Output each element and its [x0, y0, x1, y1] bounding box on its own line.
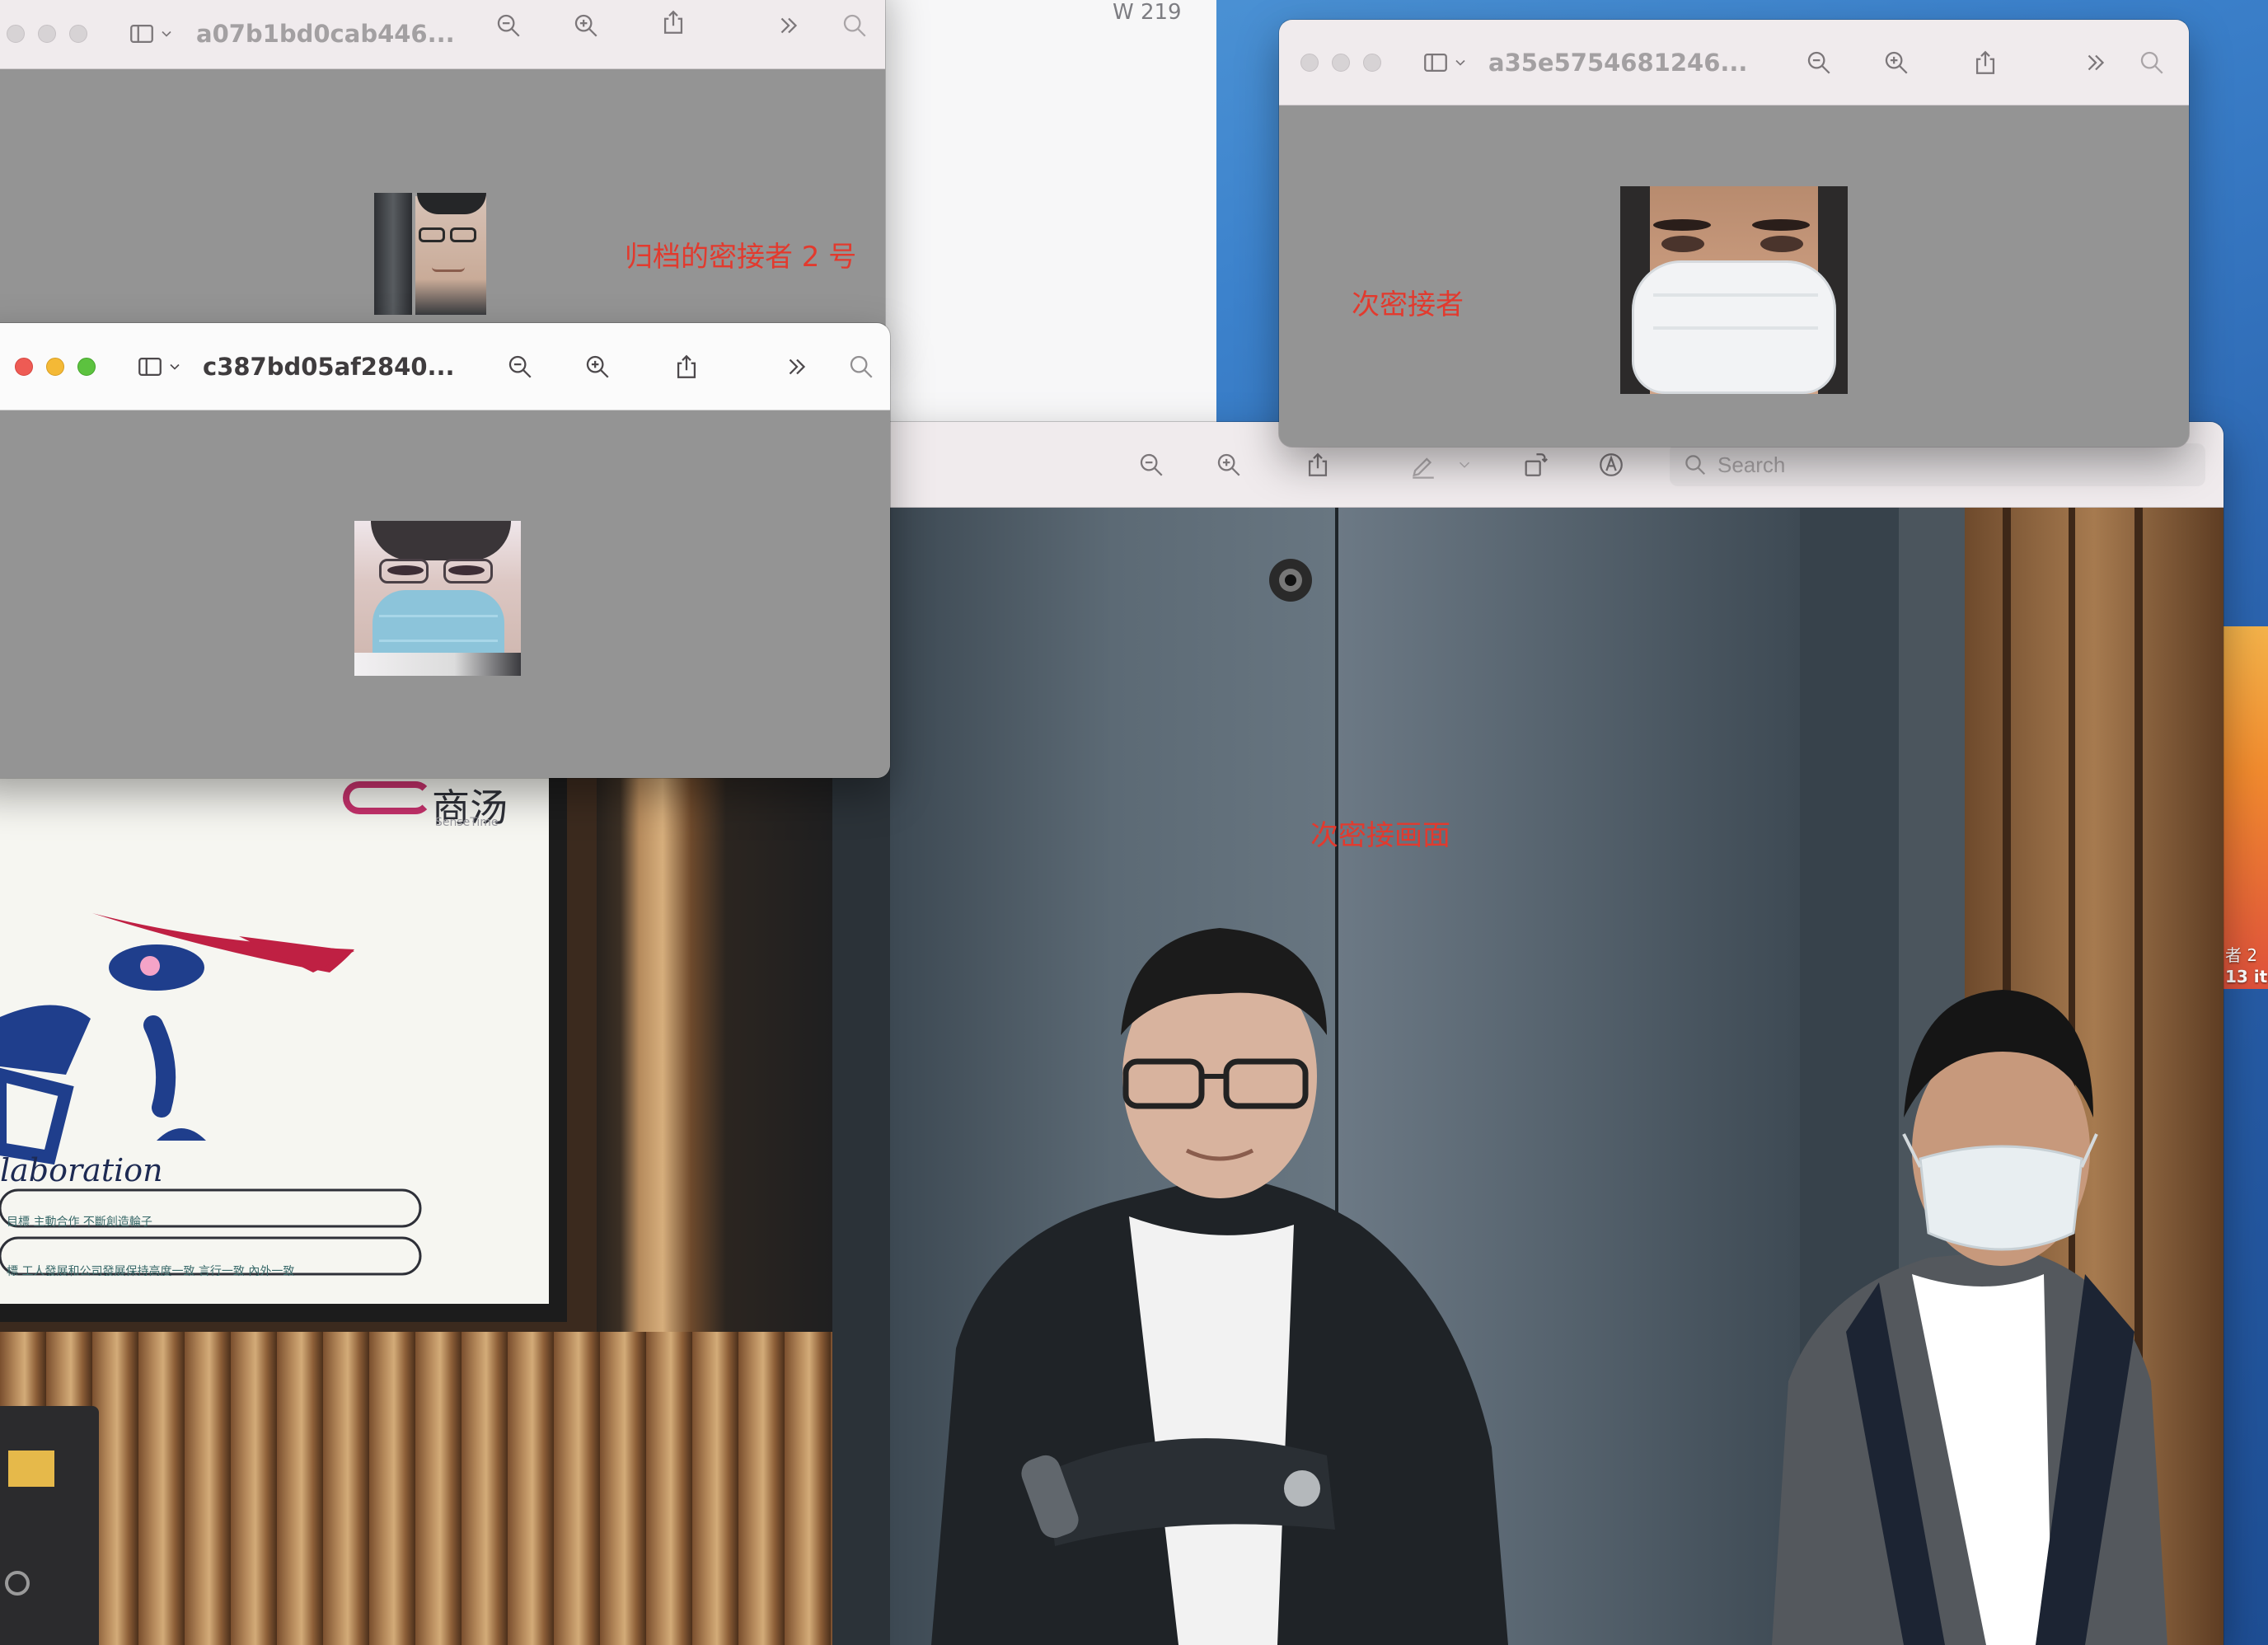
card-reader — [0, 1406, 99, 1645]
chevron-double-right-icon[interactable] — [783, 353, 811, 381]
zoom-in-icon[interactable] — [1215, 451, 1243, 479]
window-a07-toolbar: a07b1bd0cab446... — [0, 0, 885, 69]
zoom-in-icon[interactable] — [1882, 49, 1910, 77]
wood-wall — [0, 1332, 832, 1645]
chevron-down-icon[interactable] — [166, 359, 183, 375]
search-field[interactable] — [1670, 443, 2205, 486]
contact-face-image — [354, 521, 521, 676]
close-button[interactable] — [1300, 53, 1319, 72]
poster-face: 商汤 SenseTime laboration 目標 主動合作 不斷創造輪子 標… — [0, 778, 549, 1304]
zoom-button[interactable] — [1363, 53, 1381, 72]
window-a35-content: 次密接者 — [1279, 105, 2189, 447]
zoom-button[interactable] — [77, 357, 96, 376]
close-button[interactable] — [15, 357, 33, 376]
sidebar-icon[interactable] — [132, 353, 168, 381]
minimize-button[interactable] — [1332, 53, 1350, 72]
zoom-in-icon[interactable] — [583, 353, 612, 381]
poster-frame-right — [597, 778, 832, 1332]
window-c387-traffic-lights — [15, 357, 96, 376]
chevron-down-icon[interactable] — [1452, 54, 1469, 71]
window-a07-title: a07b1bd0cab446... — [196, 19, 455, 48]
window-c387-title: c387bd05af2840... — [203, 352, 455, 381]
background-document-text: W 219 — [1113, 0, 1182, 25]
annotate-icon[interactable] — [1597, 451, 1625, 479]
poster-slogan-1: 目標 主動合作 不斷創造輪子 — [7, 1216, 152, 1229]
window-a35-title: a35e5754681246... — [1488, 48, 1748, 77]
poster-word: laboration — [0, 1152, 163, 1188]
close-button[interactable] — [7, 24, 25, 43]
main-window-content: 次密接画面 — [832, 508, 2223, 1645]
window-c387-content — [0, 410, 890, 778]
share-icon[interactable] — [672, 353, 701, 381]
share-icon[interactable] — [1971, 49, 1999, 77]
secondary-contact-scene-annotation: 次密接画面 — [1310, 819, 1450, 852]
zoom-out-icon[interactable] — [1137, 451, 1165, 479]
preview-window-c387[interactable]: c387bd05af2840... — [0, 323, 890, 778]
share-icon[interactable] — [659, 8, 687, 36]
desktop-folder-count: 13 ite — [2225, 967, 2268, 987]
zoom-out-icon[interactable] — [494, 12, 522, 40]
background-document — [882, 0, 1216, 462]
preview-window-a07[interactable]: a07b1bd0cab446... 归档的密接者 2 号 — [0, 0, 885, 338]
search-icon[interactable] — [2138, 49, 2166, 77]
chevron-down-icon[interactable] — [158, 26, 175, 42]
secondary-contact-annotation: 次密接者 — [1352, 288, 1464, 321]
poster-slogan-2: 標 工人發展和公司發展保持高度一致 言行一致 內外一致 — [7, 1265, 295, 1278]
search-icon — [1683, 452, 1708, 477]
search-input[interactable] — [1717, 452, 2130, 478]
window-a35-toolbar: a35e5754681246... — [1279, 20, 2189, 105]
desktop-folder-name: 者 2 — [2225, 945, 2258, 965]
zoom-out-icon[interactable] — [506, 353, 534, 381]
search-icon[interactable] — [847, 353, 875, 381]
poster-board: 商汤 SenseTime laboration 目標 主動合作 不斷創造輪子 標… — [0, 778, 567, 1322]
zoom-button[interactable] — [69, 24, 87, 43]
zoom-in-icon[interactable] — [572, 12, 600, 40]
window-c387-toolbar: c387bd05af2840... — [0, 323, 890, 410]
window-a07-traffic-lights — [7, 24, 87, 43]
poster-logo-mark — [343, 781, 432, 814]
chevron-double-right-icon[interactable] — [775, 12, 803, 40]
main-preview-window[interactable]: 次密接画面 — [832, 422, 2223, 1645]
markup-pen-icon[interactable] — [1409, 451, 1437, 479]
sidebar-icon[interactable] — [124, 20, 160, 48]
preview-window-a35[interactable]: a35e5754681246... 次密接者 — [1279, 20, 2189, 447]
rotate-icon[interactable] — [1521, 451, 1549, 479]
markup-dropdown-icon[interactable] — [1455, 456, 1474, 474]
elevator-scene — [832, 508, 2223, 1645]
archived-contact-face-image — [374, 193, 486, 315]
minimize-button[interactable] — [38, 24, 56, 43]
archived-contact-annotation: 归档的密接者 2 号 — [625, 241, 857, 274]
minimize-button[interactable] — [46, 357, 64, 376]
share-icon[interactable] — [1304, 451, 1332, 479]
window-a35-traffic-lights — [1300, 53, 1381, 72]
chevron-double-right-icon[interactable] — [2082, 49, 2110, 77]
zoom-out-icon[interactable] — [1805, 49, 1833, 77]
window-a07-content: 归档的密接者 2 号 — [0, 69, 885, 338]
secondary-contact-face-image — [1620, 186, 1848, 394]
search-icon[interactable] — [841, 12, 869, 40]
elevator-photo — [832, 508, 2223, 1645]
sidebar-icon[interactable] — [1418, 49, 1454, 77]
poster-panel: 商汤 SenseTime laboration 目標 主動合作 不斷創造輪子 標… — [0, 778, 597, 1332]
desktop-folder-label[interactable]: 者 2 13 ite — [2225, 944, 2268, 987]
